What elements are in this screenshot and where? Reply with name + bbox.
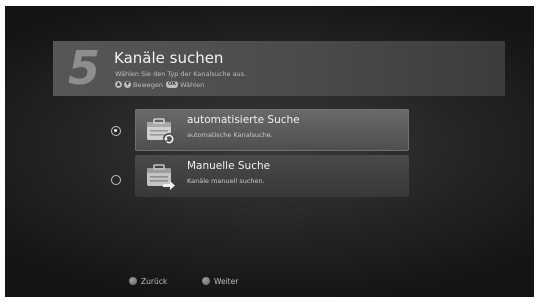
option-title: automatisierte Suche <box>187 114 300 126</box>
hint-select-label: Wählen <box>180 80 205 89</box>
next-key-icon <box>202 277 210 285</box>
radio-manual-search[interactable] <box>111 175 121 185</box>
back-label: Zurück <box>141 276 168 286</box>
radio-auto-search[interactable] <box>111 126 121 136</box>
next-button[interactable]: Weiter <box>202 276 238 286</box>
page-subtitle: Wählen Sie den Typ der Kanalsuche aus. <box>115 70 247 78</box>
ok-key-icon: OK <box>166 81 179 88</box>
hint-move-label: Bewegen <box>133 80 164 89</box>
step-header: 5 Kanäle suchen Wählen Sie den Typ der K… <box>53 41 505 96</box>
back-key-icon <box>129 277 137 285</box>
next-label: Weiter <box>214 276 239 286</box>
navigation-hint: ▲ ▼ Bewegen OK Wählen <box>115 80 204 89</box>
auto-search-icon <box>147 118 175 145</box>
option-title: Manuelle Suche <box>187 160 271 172</box>
page-title: Kanäle suchen <box>114 49 224 67</box>
step-number: 5 <box>67 41 100 95</box>
option-auto-search[interactable]: automatisierte Suche automatische Kanals… <box>135 109 409 151</box>
back-button[interactable]: Zurück <box>129 276 167 286</box>
option-description: Kanäle manuell suchen. <box>187 177 265 185</box>
manual-search-icon <box>147 164 175 190</box>
option-description: automatische Kanalsuche. <box>187 131 273 139</box>
arrow-down-icon: ▼ <box>124 81 131 88</box>
tv-screen: 5 Kanäle suchen Wählen Sie den Typ der K… <box>5 6 534 297</box>
arrow-up-icon: ▲ <box>115 81 122 88</box>
option-manual-search[interactable]: Manuelle Suche Kanäle manuell suchen. <box>135 155 409 197</box>
